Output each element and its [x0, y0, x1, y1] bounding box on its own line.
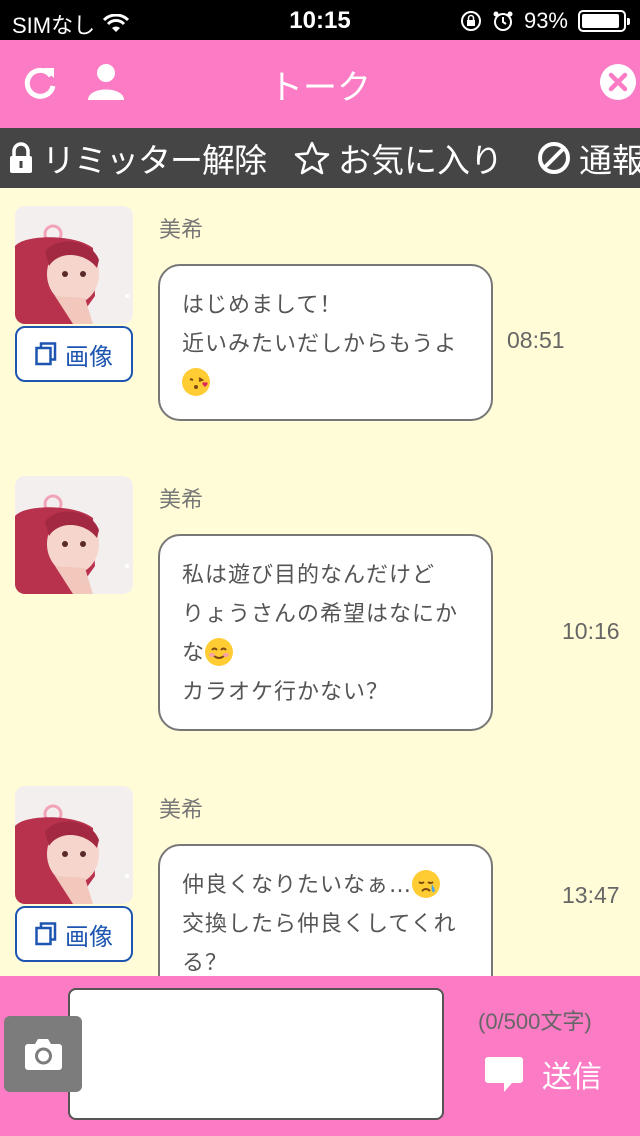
status-bar: SIMなし 10:15 93% [0, 0, 640, 40]
avatar-photo [15, 206, 133, 324]
lock-icon [10, 142, 32, 173]
message-line: カラオケ行かない？ [182, 680, 390, 705]
message-line [182, 364, 471, 403]
page-title: トーク [269, 68, 371, 108]
sender-name: 美希 [159, 488, 204, 513]
message-bubble: はじめまして！ 近いみたいだしからもうよ [158, 264, 493, 421]
send-button[interactable]: 送信 [484, 1052, 602, 1096]
message-line: はじめまして！ [182, 293, 343, 318]
camera-icon [25, 1039, 62, 1070]
photos-icon [35, 342, 57, 366]
sender-name: 美希 [159, 798, 204, 823]
image-button[interactable]: 画像 [15, 906, 133, 962]
composer-bar: (0/500文字) 送信 [0, 976, 640, 1136]
message-time: 08:51 [507, 327, 565, 353]
message-line: 近いみたいだしからもうよ [182, 332, 458, 357]
chat-message: 画像 美希 はじめまして！ 近いみたいだしからもうよ 08:51 [0, 188, 640, 458]
photos-icon [35, 922, 57, 946]
favorite-label: お気に入り [338, 141, 503, 180]
message-line: 私は遊び目的なんだけど [182, 563, 436, 588]
message-line: りょうさんの希望はなにか [182, 602, 459, 627]
star-icon [294, 141, 330, 175]
avatar-photo [15, 786, 133, 904]
close-icon[interactable] [598, 62, 638, 102]
report-button[interactable]: 通報 [537, 134, 640, 182]
image-button-label: 画像 [65, 342, 113, 371]
message-line: 交換したら仲良くしてくれ [182, 912, 457, 937]
message-input[interactable] [68, 988, 444, 1120]
message-bubble: 仲良くなりたいなぁ… 交換したら仲良くしてくれ る？ [158, 844, 493, 976]
kiss-emoji-icon [182, 368, 210, 396]
prohibited-icon [538, 142, 570, 174]
character-counter: (0/500文字) [478, 1009, 592, 1034]
favorite-button[interactable]: お気に入り [294, 134, 503, 182]
avatar[interactable] [15, 206, 133, 324]
message-time: 10:16 [562, 618, 620, 644]
message-text: な [182, 641, 206, 666]
send-label: 送信 [542, 1060, 602, 1095]
rotation-lock-icon [460, 11, 481, 31]
avatar[interactable] [15, 476, 133, 594]
limiter-button[interactable]: リミッター解除 [8, 134, 267, 182]
chat-area[interactable]: 画像 美希 はじめまして！ 近いみたいだしからもうよ 08:51 美希 私は遊び… [0, 188, 640, 976]
header: トーク [0, 40, 640, 128]
alarm-icon [493, 11, 513, 31]
status-right: 93% [460, 8, 630, 34]
image-button-label: 画像 [65, 922, 113, 951]
camera-button[interactable] [4, 1016, 82, 1092]
message-text: 仲良くなりたいなぁ… [182, 873, 413, 898]
message-line: る？ [182, 951, 229, 976]
message-line: な [182, 634, 471, 673]
report-label: 通報 [579, 141, 640, 180]
battery-icon [578, 10, 630, 32]
battery-percent: 93% [523, 8, 568, 33]
chat-message: 美希 私は遊び目的なんだけど りょうさんの希望はなにか な カラオケ行かない？ … [0, 458, 640, 768]
image-button[interactable]: 画像 [15, 326, 133, 382]
action-bar: リミッター解除 お気に入り 通報 [0, 128, 640, 188]
avatar[interactable] [15, 786, 133, 904]
crying-emoji-icon [412, 870, 441, 898]
avatar-photo [15, 476, 133, 594]
sender-name: 美希 [159, 218, 204, 243]
battery-fill [582, 14, 620, 28]
speech-bubble-icon [485, 1057, 523, 1092]
chat-message: 画像 美希 仲良くなりたいなぁ… 交換したら仲良くしてくれ る？ 13:47 [0, 768, 640, 976]
smile-emoji-icon [205, 638, 234, 666]
limiter-label: リミッター解除 [42, 141, 267, 180]
message-line: 仲良くなりたいなぁ… [182, 866, 471, 905]
message-bubble: 私は遊び目的なんだけど りょうさんの希望はなにか な カラオケ行かない？ [158, 534, 493, 731]
message-time: 13:47 [562, 882, 620, 908]
